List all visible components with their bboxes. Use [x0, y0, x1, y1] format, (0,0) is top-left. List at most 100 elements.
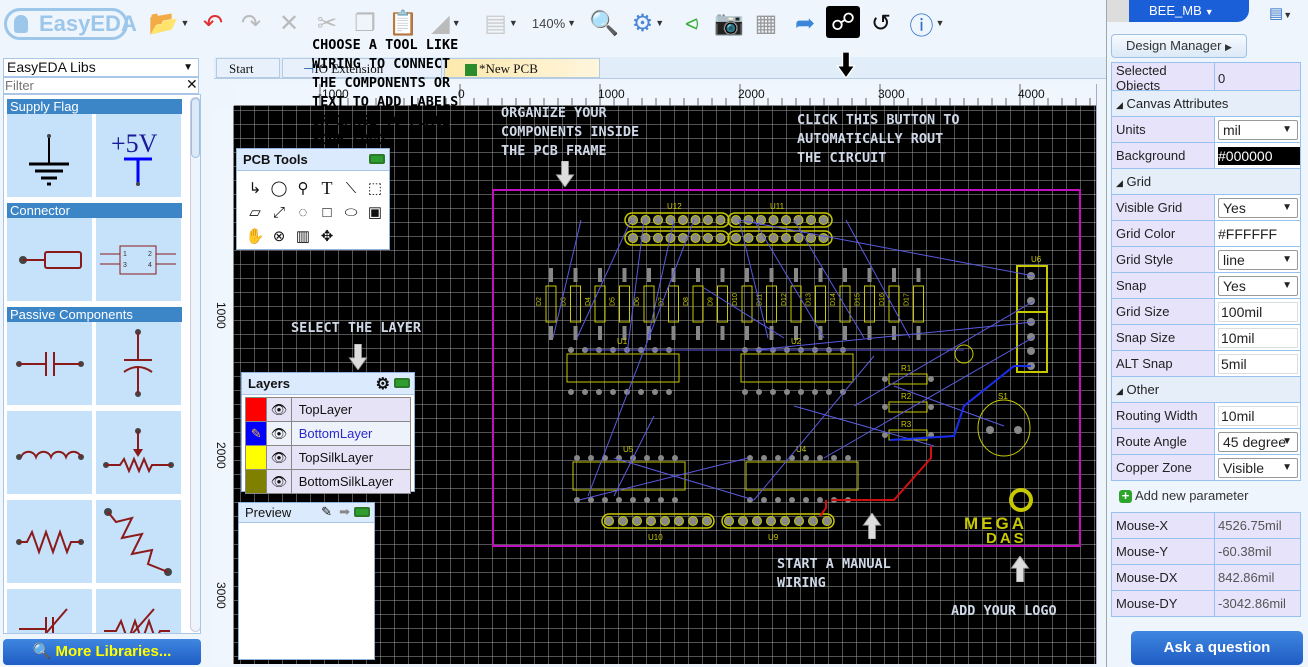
clear-filter-icon[interactable]: ✕ — [186, 76, 198, 93]
delete-button[interactable]: ✕ — [272, 8, 306, 38]
gear-icon[interactable]: ⚙ — [376, 374, 390, 394]
camera-button[interactable]: 📷 — [712, 8, 746, 38]
tool-solid-region[interactable]: ▱ — [243, 201, 267, 223]
lib-item-capacitor[interactable] — [7, 322, 92, 405]
lib-item-5v[interactable]: +5V — [96, 114, 181, 197]
layer-name[interactable]: BottomLayer — [290, 421, 412, 446]
layer-color-swatch[interactable] — [244, 397, 268, 422]
copy-button[interactable]: ❐ — [348, 8, 382, 38]
layer-color-swatch[interactable] — [244, 469, 268, 494]
layer-name[interactable]: BottomSilkLayer — [290, 469, 412, 494]
zoom-select[interactable]: 140% ▼ — [528, 8, 580, 38]
layout-menu-button[interactable]: ▤▼ — [1269, 4, 1292, 22]
arrow-right-icon[interactable]: ➡ — [339, 504, 350, 520]
design-manager-button[interactable]: Design Manager ▶ — [1111, 34, 1247, 58]
share-button[interactable]: ⪦ — [676, 8, 708, 38]
undo-button[interactable]: ↶ — [196, 8, 230, 38]
easyeda-logo[interactable]: EasyEDA — [4, 8, 137, 40]
info-button[interactable]: ⓘ ▼ — [904, 8, 950, 40]
ask-question-button[interactable]: Ask a question — [1131, 631, 1303, 665]
tool-rect[interactable]: □ — [315, 201, 339, 223]
section-canvas-attributes[interactable]: ◢ Canvas Attributes — [1111, 90, 1301, 117]
tool-pan[interactable]: ✋ — [243, 225, 267, 247]
lib-item-potentiometer[interactable] — [96, 411, 181, 494]
lib-item-inductor[interactable] — [7, 411, 92, 494]
route-angle-select[interactable]: 45 degree ▼ — [1218, 431, 1298, 452]
layer-stack-button[interactable]: ▤ ▼ — [480, 8, 522, 38]
tool-hole[interactable]: ⊗ — [267, 225, 291, 247]
layer-row-bottom[interactable]: ✎ 👁 BottomLayer — [244, 421, 412, 446]
tool-line[interactable]: ⟍ — [339, 177, 363, 199]
snap-select[interactable]: Yes ▼ — [1218, 275, 1298, 296]
minimize-icon[interactable] — [369, 154, 385, 164]
tool-via[interactable]: ⚲ — [291, 177, 315, 199]
open-button[interactable]: 📂 ▼ — [148, 8, 190, 38]
tool-track[interactable]: ↳ — [243, 177, 267, 199]
lib-item-resistor[interactable] — [7, 500, 92, 583]
layer-row-top[interactable]: 👁 TopLayer — [244, 397, 412, 422]
layer-name[interactable]: TopSilkLayer — [290, 445, 412, 470]
lib-item-polarized-capacitor[interactable] — [96, 322, 181, 405]
tool-group[interactable]: ▣ — [363, 201, 387, 223]
minimize-icon[interactable] — [354, 507, 370, 517]
category-connector[interactable]: Connector — [7, 203, 182, 218]
history-button[interactable]: ↺ — [864, 8, 898, 38]
pencil-icon[interactable]: ✎ — [321, 504, 332, 520]
layers-header[interactable]: Layers ⚙ — [242, 373, 414, 395]
layer-row-topsilk[interactable]: 👁 TopSilkLayer — [244, 445, 412, 470]
tab-new-pcb[interactable]: *New PCB — [444, 58, 600, 78]
library-select[interactable]: EasyEDA Libs ▼ — [3, 58, 199, 77]
minimize-icon[interactable] — [394, 378, 410, 388]
units-select[interactable]: mil ▼ — [1218, 119, 1298, 140]
tool-dimension[interactable]: ⤢ — [267, 201, 291, 223]
grid-size-input[interactable]: 100mil — [1218, 301, 1298, 322]
eye-icon[interactable]: 👁 — [266, 397, 292, 422]
paste-button[interactable]: 📋 — [386, 8, 420, 38]
tool-move[interactable]: ✥ — [315, 225, 339, 247]
eye-icon[interactable]: 👁 — [266, 421, 292, 446]
layer-color-swatch[interactable] — [244, 445, 268, 470]
grid-style-select[interactable]: line ▼ — [1218, 249, 1298, 270]
snap-size-input[interactable]: 10mil — [1218, 327, 1298, 348]
tool-text[interactable]: T — [315, 177, 339, 199]
library-scrollbar-thumb[interactable] — [191, 98, 200, 158]
visible-grid-select[interactable]: Yes ▼ — [1218, 197, 1298, 218]
tool-pad[interactable]: ◯ — [267, 177, 291, 199]
component-search-button[interactable]: 🔍 — [588, 8, 620, 38]
filter-input[interactable] — [3, 77, 199, 94]
background-color-field[interactable]: #000000 — [1218, 146, 1300, 165]
tool-image[interactable]: ▥ — [291, 225, 315, 247]
autorouter-button[interactable]: ☍ — [826, 6, 860, 38]
lib-item-ground[interactable] — [7, 114, 92, 197]
category-passive-components[interactable]: Passive Components — [7, 307, 182, 322]
canvas-scrollbar[interactable] — [1096, 84, 1106, 664]
lib-item-connector-single[interactable] — [7, 218, 92, 301]
layer-row-bottomsilk[interactable]: 👁 BottomSilkLayer — [244, 469, 412, 494]
category-supply-flag[interactable]: Supply Flag — [7, 99, 182, 114]
align-button[interactable]: ◢ ▼ — [424, 8, 468, 38]
tool-arc[interactable]: ◌ — [291, 201, 315, 223]
routing-width-input[interactable]: 10mil — [1218, 405, 1298, 426]
lib-item-variable-resistor[interactable] — [96, 589, 181, 633]
preview-header[interactable]: Preview ✎ ➡ — [239, 503, 374, 523]
layer-name[interactable]: TopLayer — [290, 397, 412, 422]
tool-circle[interactable]: ⬭ — [339, 201, 363, 223]
lib-item-header-4pin[interactable]: 1 3 2 4 — [96, 218, 181, 301]
eye-icon[interactable]: 👁 — [266, 469, 292, 494]
user-menu[interactable]: BEE_MB ▼ — [1107, 0, 1249, 22]
more-libraries-button[interactable]: 🔍 More Libraries... — [3, 639, 201, 665]
tool-copper-area[interactable]: ⬚ — [363, 177, 387, 199]
alt-snap-input[interactable]: 5mil — [1218, 353, 1298, 374]
lib-item-resistor-angled[interactable] — [96, 500, 181, 583]
tab-start[interactable]: Start — [216, 58, 280, 78]
cut-button[interactable]: ✂ — [310, 8, 344, 38]
eye-icon[interactable]: 👁 — [266, 445, 292, 470]
section-grid[interactable]: ◢ Grid — [1111, 168, 1301, 195]
add-parameter-button[interactable]: + Add new parameter — [1119, 488, 1248, 503]
export-button[interactable]: ➦ — [788, 8, 822, 38]
redo-button[interactable]: ↷ — [234, 8, 268, 38]
copper-zone-select[interactable]: Visible ▼ — [1218, 457, 1298, 478]
lib-item-variable-capacitor[interactable] — [7, 589, 92, 633]
bom-button[interactable]: ▦ — [750, 8, 782, 38]
layer-color-swatch[interactable]: ✎ — [244, 421, 268, 446]
